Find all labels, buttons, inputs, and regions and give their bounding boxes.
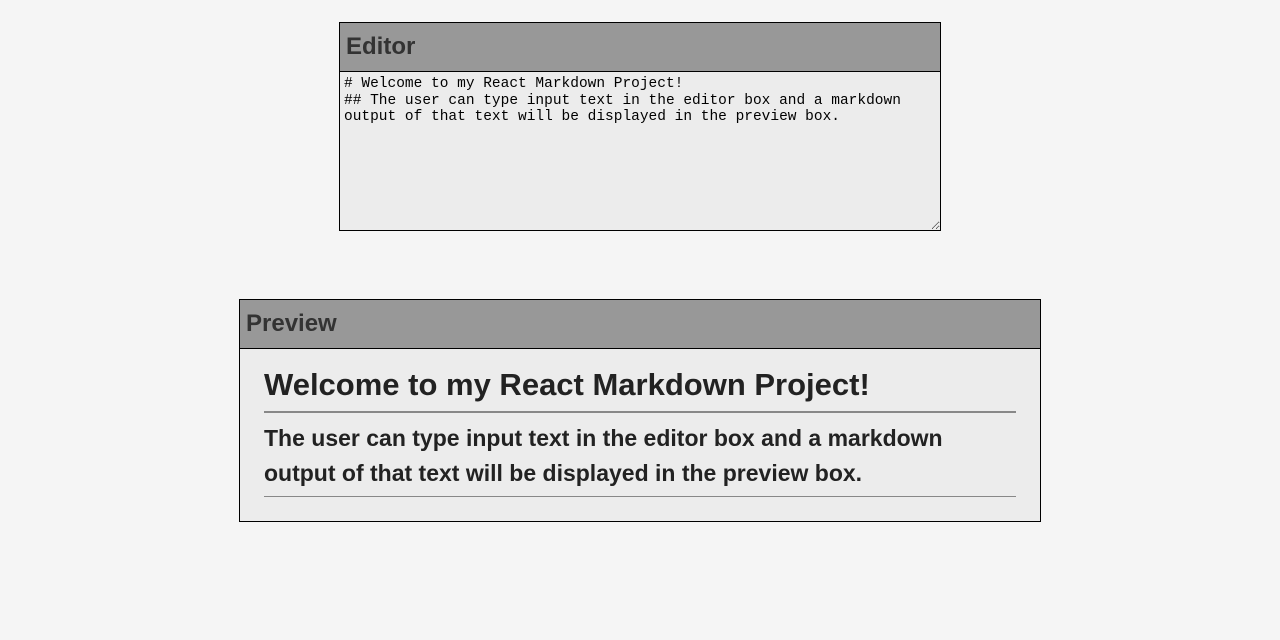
editor-header: Editor [340, 23, 940, 72]
preview-heading-1: Welcome to my React Markdown Project! [264, 367, 1016, 413]
preview-body: Welcome to my React Markdown Project! Th… [240, 349, 1040, 521]
editor-panel: Editor [339, 22, 941, 231]
preview-heading-2: The user can type input text in the edit… [264, 421, 1016, 497]
preview-panel: Preview Welcome to my React Markdown Pro… [239, 299, 1041, 522]
preview-header: Preview [240, 300, 1040, 349]
editor-textarea[interactable] [340, 72, 940, 230]
